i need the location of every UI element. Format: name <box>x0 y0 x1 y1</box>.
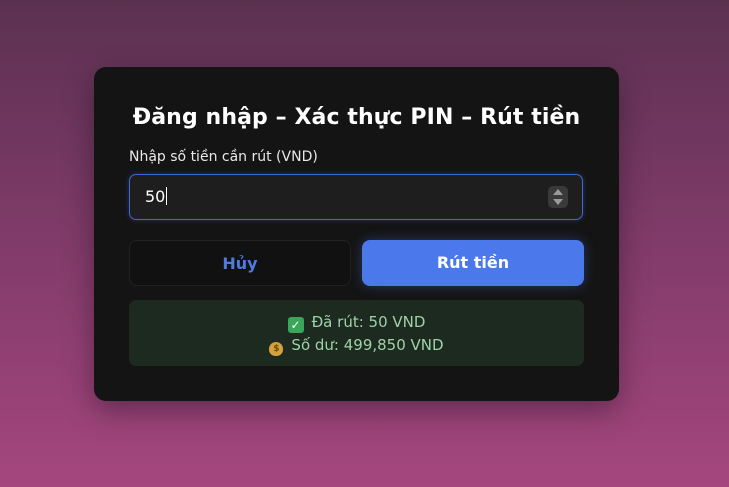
withdraw-button[interactable]: Rút tiền <box>362 240 584 286</box>
page-title: Đăng nhập – Xác thực PIN – Rút tiền <box>132 105 581 130</box>
money-bag-icon: $ <box>269 342 284 356</box>
balance-text: Số dư: 499,850 VND <box>291 336 444 354</box>
withdrawn-line: ✓ Đã rút: 50 VND <box>129 311 584 334</box>
number-stepper[interactable] <box>548 186 568 208</box>
stepper-up-icon[interactable] <box>553 189 563 195</box>
stepper-down-icon[interactable] <box>553 199 563 205</box>
amount-label: Nhập số tiền cần rút (VND) <box>129 149 318 165</box>
balance-line: $ Số dư: 499,850 VND <box>129 334 584 357</box>
withdrawn-text: Đã rút: 50 VND <box>311 313 426 331</box>
amount-input-value[interactable]: 50 <box>145 187 168 206</box>
cancel-button[interactable]: Hủy <box>129 240 351 286</box>
amount-input[interactable]: 50 <box>129 174 583 220</box>
withdraw-card: Đăng nhập – Xác thực PIN – Rút tiền Nhập… <box>94 67 619 401</box>
result-panel: ✓ Đã rút: 50 VND $ Số dư: 499,850 VND <box>129 300 584 366</box>
text-caret <box>166 187 168 205</box>
check-icon: ✓ <box>287 317 304 333</box>
